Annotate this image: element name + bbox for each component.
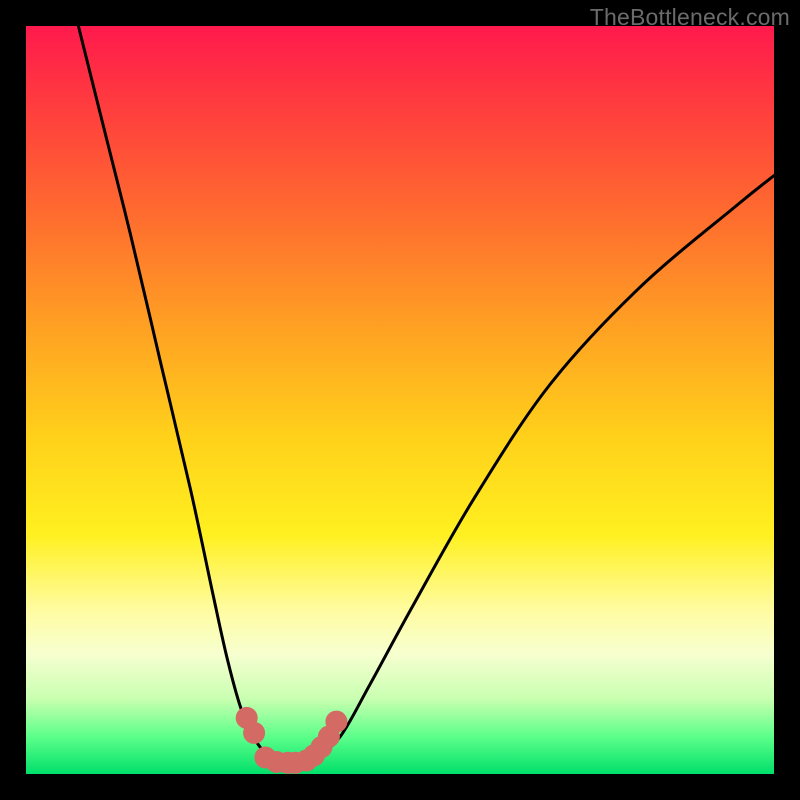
bottleneck-curve bbox=[78, 26, 774, 763]
plot-area bbox=[26, 26, 774, 774]
highlight-dot bbox=[325, 711, 347, 733]
watermark-text: TheBottleneck.com bbox=[590, 4, 790, 31]
highlight-dot bbox=[243, 722, 265, 744]
chart-svg bbox=[26, 26, 774, 774]
highlight-dots bbox=[236, 707, 348, 774]
